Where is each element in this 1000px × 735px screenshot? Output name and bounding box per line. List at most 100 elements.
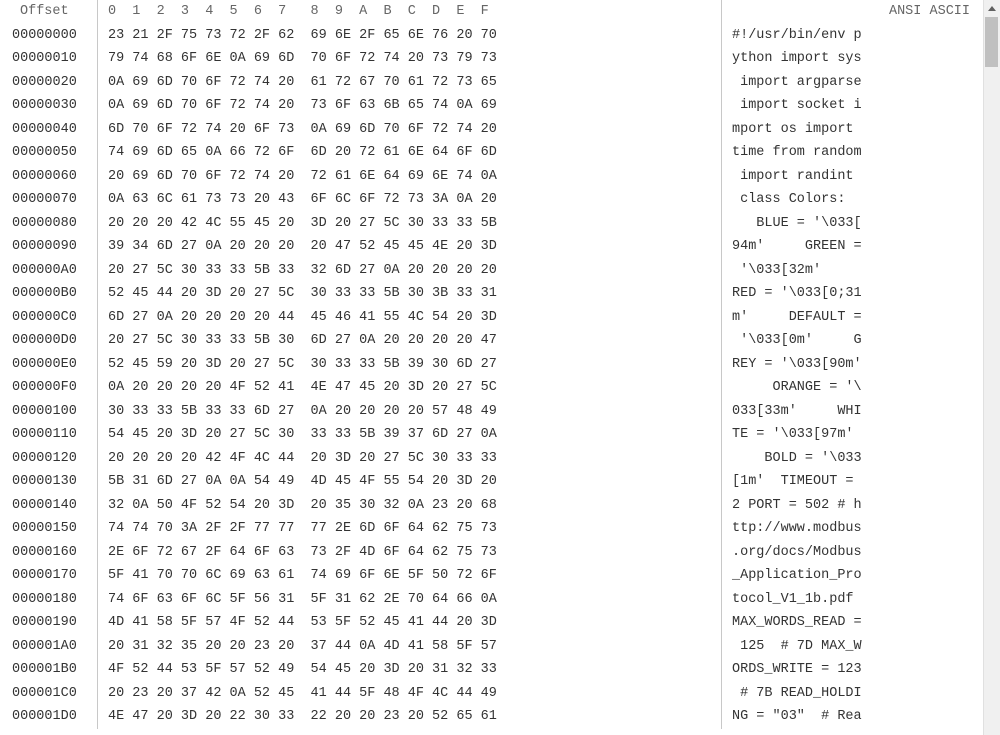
hex-row[interactable]: 000000B052 45 44 20 3D 20 27 5C 30 33 33… <box>0 282 1000 306</box>
hex-cell[interactable]: 20 31 32 35 20 20 23 20 37 44 0A 4D 41 5… <box>98 635 722 659</box>
vertical-scrollbar[interactable] <box>983 0 1000 735</box>
ascii-cell[interactable]: 125 # 7D MAX_W <box>722 635 1000 659</box>
hex-row[interactable]: 0000010030 33 33 5B 33 33 6D 27 0A 20 20… <box>0 400 1000 424</box>
hex-cell[interactable]: 2E 6F 72 67 2F 64 6F 63 73 2F 4D 6F 64 6… <box>98 541 722 565</box>
hex-cell[interactable]: 5F 41 70 70 6C 69 63 61 74 69 6F 6E 5F 5… <box>98 564 722 588</box>
hex-row[interactable]: 000001C020 23 20 37 42 0A 52 45 41 44 5F… <box>0 682 1000 706</box>
offset-cell: 00000020 <box>0 71 98 95</box>
hex-cell[interactable]: 30 33 33 5B 33 33 6D 27 0A 20 20 20 20 5… <box>98 400 722 424</box>
hex-row[interactable]: 000001B04F 52 44 53 5F 57 52 49 54 45 20… <box>0 658 1000 682</box>
hex-row[interactable]: 000000A020 27 5C 30 33 33 5B 33 32 6D 27… <box>0 259 1000 283</box>
hex-row[interactable]: 000000F00A 20 20 20 20 4F 52 41 4E 47 45… <box>0 376 1000 400</box>
hex-row[interactable]: 000000406D 70 6F 72 74 20 6F 73 0A 69 6D… <box>0 118 1000 142</box>
ascii-cell[interactable]: import randint <box>722 165 1000 189</box>
ascii-cell[interactable]: 2 PORT = 502 # h <box>722 494 1000 518</box>
ascii-cell[interactable]: time from random <box>722 141 1000 165</box>
ascii-cell[interactable]: import argparse <box>722 71 1000 95</box>
hex-cell[interactable]: 74 69 6D 65 0A 66 72 6F 6D 20 72 61 6E 6… <box>98 141 722 165</box>
offset-cell: 00000160 <box>0 541 98 565</box>
ascii-cell[interactable]: #!/usr/bin/env p <box>722 24 1000 48</box>
hex-cell[interactable]: 5B 31 6D 27 0A 0A 54 49 4D 45 4F 55 54 2… <box>98 470 722 494</box>
offset-cell: 00000080 <box>0 212 98 236</box>
offset-cell: 000000E0 <box>0 353 98 377</box>
hex-row[interactable]: 000001904D 41 58 5F 57 4F 52 44 53 5F 52… <box>0 611 1000 635</box>
hex-cell[interactable]: 20 69 6D 70 6F 72 74 20 72 61 6E 64 69 6… <box>98 165 722 189</box>
ascii-cell[interactable]: '\033[32m' <box>722 259 1000 283</box>
ascii-cell[interactable]: [1m' TIMEOUT = <box>722 470 1000 494</box>
hex-row[interactable]: 000000E052 45 59 20 3D 20 27 5C 30 33 33… <box>0 353 1000 377</box>
ascii-cell[interactable]: ython import sys <box>722 47 1000 71</box>
scrollbar-thumb[interactable] <box>985 17 998 67</box>
ascii-cell[interactable]: import socket i <box>722 94 1000 118</box>
ascii-cell[interactable]: mport os import <box>722 118 1000 142</box>
ascii-cell[interactable]: ORANGE = '\ <box>722 376 1000 400</box>
ascii-cell[interactable]: ttp://www.modbus <box>722 517 1000 541</box>
hex-row[interactable]: 0000006020 69 6D 70 6F 72 74 20 72 61 6E… <box>0 165 1000 189</box>
hex-row[interactable]: 0000005074 69 6D 65 0A 66 72 6F 6D 20 72… <box>0 141 1000 165</box>
hex-row[interactable]: 0000014032 0A 50 4F 52 54 20 3D 20 35 30… <box>0 494 1000 518</box>
hex-cell[interactable]: 39 34 6D 27 0A 20 20 20 20 47 52 45 45 4… <box>98 235 722 259</box>
scroll-up-icon[interactable] <box>983 0 1000 17</box>
hex-cell[interactable]: 6D 70 6F 72 74 20 6F 73 0A 69 6D 70 6F 7… <box>98 118 722 142</box>
ascii-cell[interactable]: m' DEFAULT = <box>722 306 1000 330</box>
hex-row[interactable]: 0000009039 34 6D 27 0A 20 20 20 20 47 52… <box>0 235 1000 259</box>
ascii-cell[interactable]: class Colors: <box>722 188 1000 212</box>
hex-row[interactable]: 000001602E 6F 72 67 2F 64 6F 63 73 2F 4D… <box>0 541 1000 565</box>
hex-row[interactable]: 000001A020 31 32 35 20 20 23 20 37 44 0A… <box>0 635 1000 659</box>
hex-row[interactable]: 0000008020 20 20 42 4C 55 45 20 3D 20 27… <box>0 212 1000 236</box>
hex-cell[interactable]: 20 20 20 20 42 4F 4C 44 20 3D 20 27 5C 3… <box>98 447 722 471</box>
ascii-cell[interactable]: NG = "03" # Rea <box>722 705 1000 729</box>
ascii-cell[interactable]: MAX_WORDS_READ = <box>722 611 1000 635</box>
ascii-cell[interactable]: 94m' GREEN = <box>722 235 1000 259</box>
hex-cell[interactable]: 6D 27 0A 20 20 20 20 44 45 46 41 55 4C 5… <box>98 306 722 330</box>
hex-cell[interactable]: 52 45 59 20 3D 20 27 5C 30 33 33 5B 39 3… <box>98 353 722 377</box>
ascii-cell[interactable]: BOLD = '\033 <box>722 447 1000 471</box>
hex-row[interactable]: 0000015074 74 70 3A 2F 2F 77 77 77 2E 6D… <box>0 517 1000 541</box>
hex-row[interactable]: 000001D04E 47 20 3D 20 22 30 33 22 20 20… <box>0 705 1000 729</box>
hex-cell[interactable]: 74 74 70 3A 2F 2F 77 77 77 2E 6D 6F 64 6… <box>98 517 722 541</box>
hex-cell[interactable]: 0A 63 6C 61 73 73 20 43 6F 6C 6F 72 73 3… <box>98 188 722 212</box>
ascii-cell[interactable]: RED = '\033[0;31 <box>722 282 1000 306</box>
hex-cell[interactable]: 52 45 44 20 3D 20 27 5C 30 33 33 5B 30 3… <box>98 282 722 306</box>
hex-row[interactable]: 0000000023 21 2F 75 73 72 2F 62 69 6E 2F… <box>0 24 1000 48</box>
offset-cell: 000001A0 <box>0 635 98 659</box>
hex-row[interactable]: 000001705F 41 70 70 6C 69 63 61 74 69 6F… <box>0 564 1000 588</box>
hex-cell[interactable]: 32 0A 50 4F 52 54 20 3D 20 35 30 32 0A 2… <box>98 494 722 518</box>
ascii-cell[interactable]: _Application_Pro <box>722 564 1000 588</box>
hex-cell[interactable]: 0A 69 6D 70 6F 72 74 20 61 72 67 70 61 7… <box>98 71 722 95</box>
hex-cell[interactable]: 23 21 2F 75 73 72 2F 62 69 6E 2F 65 6E 7… <box>98 24 722 48</box>
hex-row[interactable]: 0000012020 20 20 20 42 4F 4C 44 20 3D 20… <box>0 447 1000 471</box>
hex-row[interactable]: 000000700A 63 6C 61 73 73 20 43 6F 6C 6F… <box>0 188 1000 212</box>
hex-row[interactable]: 0000018074 6F 63 6F 6C 5F 56 31 5F 31 62… <box>0 588 1000 612</box>
hex-cell[interactable]: 4D 41 58 5F 57 4F 52 44 53 5F 52 45 41 4… <box>98 611 722 635</box>
hex-cell[interactable]: 74 6F 63 6F 6C 5F 56 31 5F 31 62 2E 70 6… <box>98 588 722 612</box>
hex-row[interactable]: 0000011054 45 20 3D 20 27 5C 30 33 33 5B… <box>0 423 1000 447</box>
offset-cell: 00000030 <box>0 94 98 118</box>
hex-cell[interactable]: 20 20 20 42 4C 55 45 20 3D 20 27 5C 30 3… <box>98 212 722 236</box>
hex-row[interactable]: 000000D020 27 5C 30 33 33 5B 30 6D 27 0A… <box>0 329 1000 353</box>
hex-cell[interactable]: 0A 69 6D 70 6F 72 74 20 73 6F 63 6B 65 7… <box>98 94 722 118</box>
hex-row[interactable]: 000000200A 69 6D 70 6F 72 74 20 61 72 67… <box>0 71 1000 95</box>
hex-cell[interactable]: 4F 52 44 53 5F 57 52 49 54 45 20 3D 20 3… <box>98 658 722 682</box>
hex-cell[interactable]: 20 27 5C 30 33 33 5B 30 6D 27 0A 20 20 2… <box>98 329 722 353</box>
ascii-cell[interactable]: .org/docs/Modbus <box>722 541 1000 565</box>
ascii-cell[interactable]: '\033[0m' G <box>722 329 1000 353</box>
ascii-cell[interactable]: BLUE = '\033[ <box>722 212 1000 236</box>
hex-row[interactable]: 000000300A 69 6D 70 6F 72 74 20 73 6F 63… <box>0 94 1000 118</box>
hex-row[interactable]: 000000C06D 27 0A 20 20 20 20 44 45 46 41… <box>0 306 1000 330</box>
hex-cell[interactable]: 79 74 68 6F 6E 0A 69 6D 70 6F 72 74 20 7… <box>98 47 722 71</box>
hex-viewer: Offset 0 1 2 3 4 5 6 7 8 9 A B C D E F A… <box>0 0 1000 735</box>
hex-cell[interactable]: 20 23 20 37 42 0A 52 45 41 44 5F 48 4F 4… <box>98 682 722 706</box>
hex-cell[interactable]: 20 27 5C 30 33 33 5B 33 32 6D 27 0A 20 2… <box>98 259 722 283</box>
hex-cell[interactable]: 54 45 20 3D 20 27 5C 30 33 33 5B 39 37 6… <box>98 423 722 447</box>
hex-cell[interactable]: 4E 47 20 3D 20 22 30 33 22 20 20 23 20 5… <box>98 705 722 729</box>
hex-row[interactable]: 000001305B 31 6D 27 0A 0A 54 49 4D 45 4F… <box>0 470 1000 494</box>
ascii-cell[interactable]: REY = '\033[90m' <box>722 353 1000 377</box>
ascii-cell[interactable]: # 7B READ_HOLDI <box>722 682 1000 706</box>
hex-cell[interactable]: 0A 20 20 20 20 4F 52 41 4E 47 45 20 3D 2… <box>98 376 722 400</box>
hex-row[interactable]: 0000001079 74 68 6F 6E 0A 69 6D 70 6F 72… <box>0 47 1000 71</box>
ascii-cell[interactable]: ORDS_WRITE = 123 <box>722 658 1000 682</box>
ascii-cell[interactable]: TE = '\033[97m' <box>722 423 1000 447</box>
ascii-cell[interactable]: 033[33m' WHI <box>722 400 1000 424</box>
ascii-cell[interactable]: tocol_V1_1b.pdf <box>722 588 1000 612</box>
